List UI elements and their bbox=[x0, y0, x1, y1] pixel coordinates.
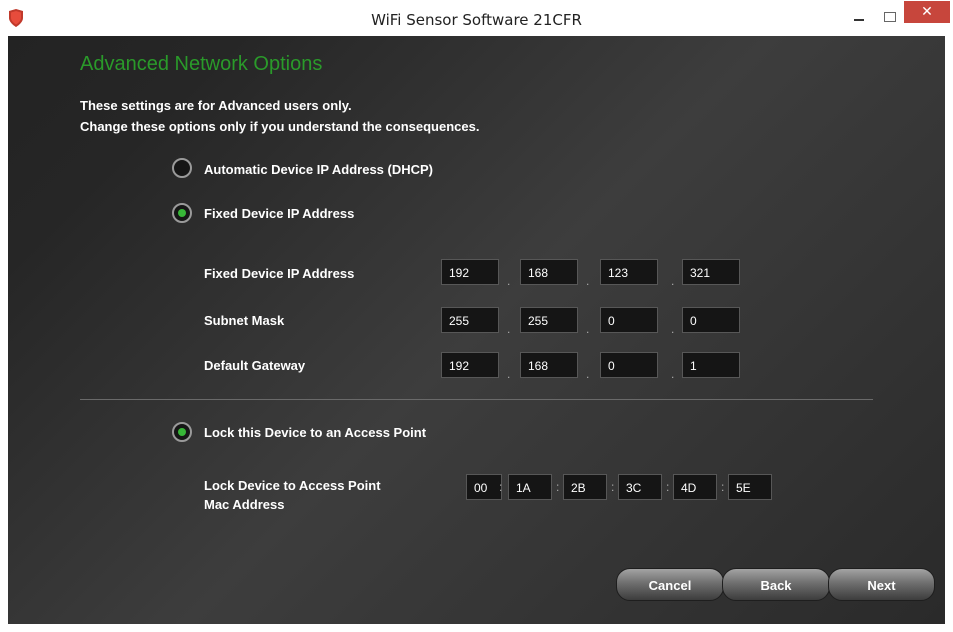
gateway-octet-1[interactable]: 192 bbox=[441, 352, 499, 378]
mac-address-label-line1: Lock Device to Access Point bbox=[204, 478, 381, 493]
maximize-icon[interactable] bbox=[876, 8, 902, 28]
subnet-mask-label: Subnet Mask bbox=[204, 313, 285, 328]
mac-segment-2[interactable]: 1A bbox=[508, 474, 552, 500]
title-bar: WiFi Sensor Software 21CFR ✕ bbox=[0, 0, 953, 36]
mac-segment-1[interactable]: 00 bbox=[466, 474, 502, 500]
gateway-separator: . bbox=[671, 367, 675, 381]
default-gateway-label: Default Gateway bbox=[204, 358, 306, 373]
ip-octet-3[interactable]: 123 bbox=[600, 259, 658, 285]
mac-separator: : bbox=[611, 480, 615, 494]
gateway-separator: . bbox=[586, 367, 590, 381]
cancel-button[interactable]: Cancel bbox=[616, 568, 724, 601]
subnet-octet-1[interactable]: 255 bbox=[441, 307, 499, 333]
subnet-separator: . bbox=[507, 322, 511, 336]
close-icon[interactable]: ✕ bbox=[904, 1, 950, 23]
intro-text-line1: These settings are for Advanced users on… bbox=[80, 98, 352, 113]
window-title: WiFi Sensor Software 21CFR bbox=[371, 11, 582, 29]
app-window: WiFi Sensor Software 21CFR ✕ Advanced Ne… bbox=[0, 0, 953, 632]
subnet-separator: . bbox=[586, 322, 590, 336]
gateway-octet-2[interactable]: 168 bbox=[520, 352, 578, 378]
subnet-separator: . bbox=[671, 322, 675, 336]
mac-segment-6[interactable]: 5E bbox=[728, 474, 772, 500]
ip-octet-1[interactable]: 192 bbox=[441, 259, 499, 285]
ip-octet-4[interactable]: 321 bbox=[682, 259, 740, 285]
mac-separator: : bbox=[721, 480, 725, 494]
ip-separator: . bbox=[671, 274, 675, 288]
lock-access-point-radio[interactable] bbox=[172, 422, 192, 442]
subnet-octet-4[interactable]: 0 bbox=[682, 307, 740, 333]
lock-access-point-radio-label[interactable]: Lock this Device to an Access Point bbox=[204, 425, 426, 440]
fixed-ip-radio-label[interactable]: Fixed Device IP Address bbox=[204, 206, 354, 221]
mac-separator: : bbox=[556, 480, 560, 494]
mac-segment-3[interactable]: 2B bbox=[563, 474, 607, 500]
dhcp-radio-label[interactable]: Automatic Device IP Address (DHCP) bbox=[204, 162, 433, 177]
fixed-ip-radio[interactable] bbox=[172, 203, 192, 223]
intro-text-line2: Change these options only if you underst… bbox=[80, 119, 480, 134]
section-divider bbox=[80, 399, 873, 400]
gateway-octet-3[interactable]: 0 bbox=[600, 352, 658, 378]
ip-separator: . bbox=[507, 274, 511, 288]
page-title: Advanced Network Options bbox=[80, 53, 323, 75]
subnet-octet-3[interactable]: 0 bbox=[600, 307, 658, 333]
mac-address-label-line2: Mac Address bbox=[204, 497, 285, 512]
mac-segment-5[interactable]: 4D bbox=[673, 474, 717, 500]
next-button[interactable]: Next bbox=[828, 568, 935, 601]
back-button[interactable]: Back bbox=[722, 568, 830, 601]
ip-octet-2[interactable]: 168 bbox=[520, 259, 578, 285]
mac-separator: : bbox=[499, 480, 503, 494]
gateway-octet-4[interactable]: 1 bbox=[682, 352, 740, 378]
subnet-octet-2[interactable]: 255 bbox=[520, 307, 578, 333]
fixed-ip-label: Fixed Device IP Address bbox=[204, 266, 355, 281]
mac-segment-4[interactable]: 3C bbox=[618, 474, 662, 500]
advanced-network-panel: Advanced Network Options These settings … bbox=[8, 36, 945, 624]
ip-separator: . bbox=[586, 274, 590, 288]
mac-separator: : bbox=[666, 480, 670, 494]
minimize-icon[interactable] bbox=[846, 8, 872, 28]
gateway-separator: . bbox=[507, 367, 511, 381]
dhcp-radio[interactable] bbox=[172, 158, 192, 178]
